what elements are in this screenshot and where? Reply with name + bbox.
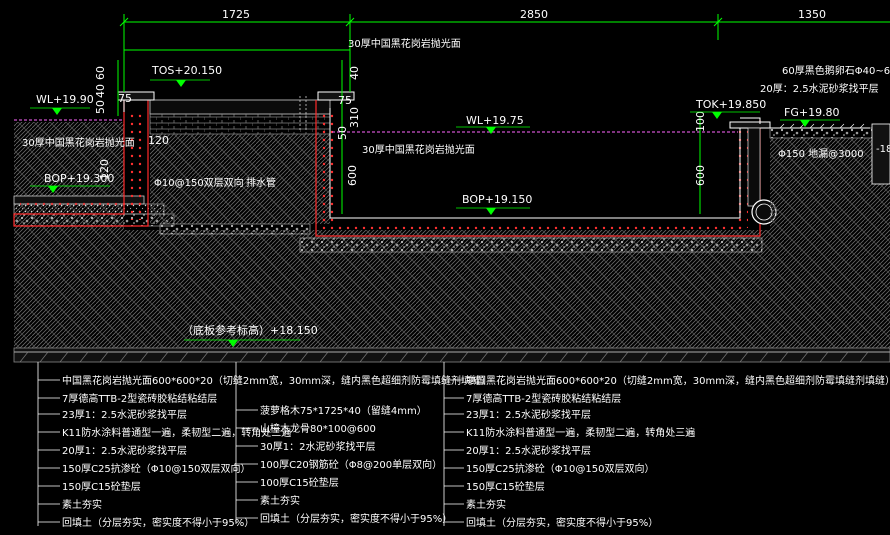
label-wl-left: WL+19.90 bbox=[36, 93, 94, 106]
dim-left-50: 50 bbox=[94, 100, 107, 114]
note-right-6: 150厚C25抗渗砼（Φ10@150双层双向） bbox=[466, 462, 654, 475]
note-mid-6: 素土夯实 bbox=[260, 494, 300, 507]
dim-left-40: 40 bbox=[94, 84, 107, 98]
note-left-4: K11防水涂料普通型一遍，柔韧型二遍，转角处三遍 bbox=[62, 426, 291, 439]
deck-top bbox=[149, 99, 331, 115]
note-right-7: 150厚C15砼垫层 bbox=[466, 480, 545, 493]
label-gravel: 60厚黑色鹅卵石Φ40~60 bbox=[782, 64, 890, 77]
note-mid-2: 山樟木龙骨80*100@600 bbox=[260, 422, 376, 435]
dim-120-a: 120 bbox=[148, 134, 169, 147]
label-base-ref: （底板参考标高）+18.150 bbox=[182, 323, 318, 337]
pool-gravel-bed bbox=[299, 237, 763, 253]
note-left-8: 素土夯实 bbox=[62, 498, 102, 511]
label-granite-top: 30厚中国黑花岗岩抛光面 bbox=[348, 37, 461, 50]
label-granite-pool: 30厚中国黑花岗岩抛光面 bbox=[362, 143, 475, 156]
dim-top-3: 1350 bbox=[798, 8, 826, 21]
label-tok: TOK+19.850 bbox=[695, 98, 766, 111]
dim-top-1: 1725 bbox=[222, 8, 250, 21]
note-left-3: 23厚1：2.5水泥砂浆找平层 bbox=[62, 408, 187, 421]
section-drawing: 1725 2850 1350 60 40 75 50 40 75 310 50 … bbox=[13, 8, 890, 529]
dim-100: 100 bbox=[694, 111, 707, 132]
note-right-1: 中国黑花岗岩抛光面600*600*20（切缝2mm宽，30mm深，缝内黑色超细剂… bbox=[466, 374, 890, 387]
note-right-2: 7厚德高TTB-2型瓷砖胶粘结粘结层 bbox=[466, 392, 621, 405]
note-mid-5: 100厚C15砼垫层 bbox=[260, 476, 339, 489]
note-mid-3: 30厚1：2水泥砂浆找平层 bbox=[260, 440, 375, 453]
dim-left-75: 75 bbox=[118, 92, 132, 105]
note-left-6: 150厚C25抗渗砼（Φ10@150双层双向） bbox=[62, 462, 250, 475]
dim-wall-50: 50 bbox=[336, 126, 349, 140]
label-bop-pool: BOP+19.150 bbox=[462, 193, 532, 206]
note-left-1: 中国黑花岗岩抛光面600*600*20（切缝2mm宽，30mm深，缝内黑色超细剂… bbox=[62, 374, 491, 387]
note-mid-7: 回填土（分层夯实，密实度不得小于95%） bbox=[260, 512, 452, 525]
dim-left-60: 60 bbox=[94, 66, 107, 80]
note-right-8: 素土夯实 bbox=[466, 498, 506, 511]
label-edge-mark: -18 bbox=[876, 144, 890, 155]
label-wl-pool: WL+19.75 bbox=[466, 114, 524, 127]
note-right-9: 回填土（分层夯实，密实度不得小于95%） bbox=[466, 516, 658, 529]
dim-wall-75: 75 bbox=[338, 94, 352, 107]
label-bop-left: BOP+19.300 bbox=[44, 172, 114, 185]
dim-top-2: 2850 bbox=[520, 8, 548, 21]
note-mid-1: 菠萝格木75*1725*40（留缝4mm） bbox=[260, 404, 427, 417]
label-drain-pipe: 排水管 bbox=[246, 176, 276, 189]
label-granite-left: 30厚中国黑花岗岩抛光面 bbox=[22, 136, 135, 149]
note-left-7: 150厚C15砼垫层 bbox=[62, 480, 141, 493]
drain-pipe-riser bbox=[747, 127, 761, 207]
note-right-3: 23厚1：2.5水泥砂浆找平层 bbox=[466, 408, 591, 421]
note-mid-4: 100厚C20钢筋砼（Φ8@200单层双向） bbox=[260, 458, 442, 471]
label-fg: FG+19.80 bbox=[784, 106, 840, 119]
dim-600-right: 600 bbox=[694, 165, 707, 186]
note-right-5: 20厚1：2.5水泥砂浆找平层 bbox=[466, 444, 591, 457]
dim-wall-310: 310 bbox=[348, 107, 361, 128]
label-tos: TOS+20.150 bbox=[151, 64, 222, 77]
note-left-5: 20厚1：2.5水泥砂浆找平层 bbox=[62, 444, 187, 457]
note-right-4: K11防水涂料普通型一遍，柔韧型二遍，转角处三遍 bbox=[466, 426, 695, 439]
label-drain-well: Φ150 地漏@3000 bbox=[778, 147, 864, 160]
note-left-9: 回填土（分层夯实，密实度不得小于95%） bbox=[62, 516, 254, 529]
label-rebar: Φ10@150双层双向 bbox=[154, 176, 244, 189]
dim-600-left: 600 bbox=[346, 165, 359, 186]
deck-joists bbox=[149, 113, 331, 135]
dim-wall-40: 40 bbox=[348, 66, 361, 80]
note-left-2: 7厚德高TTB-2型瓷砖胶粘结粘结层 bbox=[62, 392, 217, 405]
label-mortar-top: 20厚：2.5水泥砂浆找平层 bbox=[760, 82, 879, 95]
